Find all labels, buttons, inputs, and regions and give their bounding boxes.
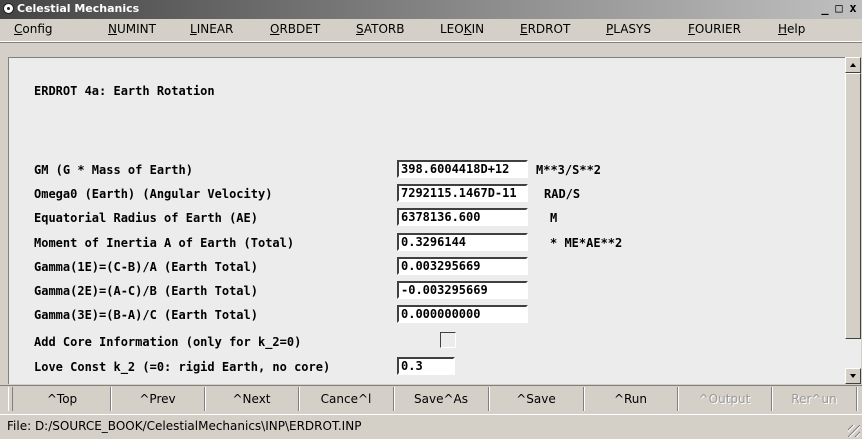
radius-unit: M	[550, 211, 558, 225]
run-button[interactable]: ^Run	[584, 387, 678, 411]
menu-numint[interactable]: NUMINT	[108, 22, 156, 36]
app-icon	[3, 3, 14, 14]
radius-label: Equatorial Radius of Earth (AE)	[34, 211, 258, 225]
rerun-button[interactable]: Rer^un	[772, 387, 857, 411]
omega0-unit: RAD/S	[544, 187, 581, 201]
file-path-status: File: D:/SOURCE_BOOK/CelestialMechanics\…	[7, 419, 362, 433]
gamma1e-input[interactable]: 0.003295669	[397, 257, 528, 275]
toolbar-grip	[8, 387, 13, 411]
core-info-checkbox[interactable]	[440, 332, 456, 348]
menu-fourier[interactable]: FOURIER	[688, 22, 741, 36]
gm-input[interactable]: 398.6004418D+12	[397, 160, 528, 178]
omega0-label: Omega0 (Earth) (Angular Velocity)	[34, 187, 273, 201]
gm-unit: M**3/S**2	[536, 163, 602, 177]
save-as-button[interactable]: Save^As	[394, 387, 489, 411]
window-title: Celestial Mechanics	[17, 2, 140, 15]
inertia-label: Moment of Inertia A of Earth (Total)	[34, 236, 295, 250]
scroll-thumb[interactable]	[845, 73, 861, 339]
gamma2e-label: Gamma(2E)=(A-C)/B (Earth Total)	[34, 284, 258, 298]
cancel-button[interactable]: Cance^l	[299, 387, 394, 411]
omega0-input[interactable]: 7292115.1467D-11	[397, 184, 528, 202]
love-const-label: Love Const k_2 (=0: rigid Earth, no core…	[34, 360, 331, 374]
menu-help[interactable]: Help	[778, 22, 805, 36]
scroll-up-button[interactable]	[845, 57, 861, 73]
next-button[interactable]: ^Next	[205, 387, 299, 411]
arrow-down-icon	[850, 374, 856, 378]
core-info-label: Add Core Information (only for k_2=0)	[34, 335, 302, 349]
love-const-input[interactable]: 0.3	[397, 357, 455, 375]
output-button[interactable]: ^Output	[678, 387, 772, 411]
save-button[interactable]: ^Save	[489, 387, 584, 411]
menu-erdrot[interactable]: ERDROT	[520, 22, 570, 36]
title-bar: Celestial Mechanics _ □ x	[0, 0, 862, 19]
top-button[interactable]: ^Top	[14, 387, 111, 411]
status-bar: File: D:/SOURCE_BOOK/CelestialMechanics\…	[0, 414, 862, 439]
menu-linear[interactable]: LINEAR	[190, 22, 233, 36]
close-icon[interactable]: x	[846, 2, 860, 15]
scroll-down-button[interactable]	[845, 368, 861, 384]
form-heading: ERDROT 4a: Earth Rotation	[34, 84, 215, 98]
menu-plasys[interactable]: PLASYS	[606, 22, 651, 36]
vertical-scrollbar[interactable]	[845, 57, 861, 384]
inertia-input[interactable]: 0.3296144	[397, 233, 528, 251]
gamma2e-input[interactable]: -0.003295669	[397, 281, 528, 299]
prev-button[interactable]: ^Prev	[111, 387, 205, 411]
inertia-unit: * ME*AE**2	[550, 236, 623, 250]
arrow-up-icon	[850, 63, 856, 67]
minimize-icon[interactable]: _	[818, 2, 832, 15]
maximize-icon[interactable]: □	[832, 2, 846, 15]
menu-config[interactable]: Config	[14, 22, 53, 36]
gm-label: GM (G * Mass of Earth)	[34, 163, 193, 177]
menu-orbdet[interactable]: ORBDET	[270, 22, 320, 36]
gamma1e-label: Gamma(1E)=(C-B)/A (Earth Total)	[34, 260, 258, 274]
radius-input[interactable]: 6378136.600	[397, 208, 528, 226]
gamma3e-label: Gamma(3E)=(B-A)/C (Earth Total)	[34, 308, 258, 322]
menu-satorb[interactable]: SATORB	[356, 22, 404, 36]
menu-leokin[interactable]: LEOKIN	[440, 22, 484, 36]
gamma3e-input[interactable]: 0.000000000	[397, 305, 528, 323]
resize-grip-icon[interactable]	[848, 425, 860, 437]
menu-bar: Config NUMINT LINEAR ORBDET SATORB LEOKI…	[0, 19, 862, 42]
